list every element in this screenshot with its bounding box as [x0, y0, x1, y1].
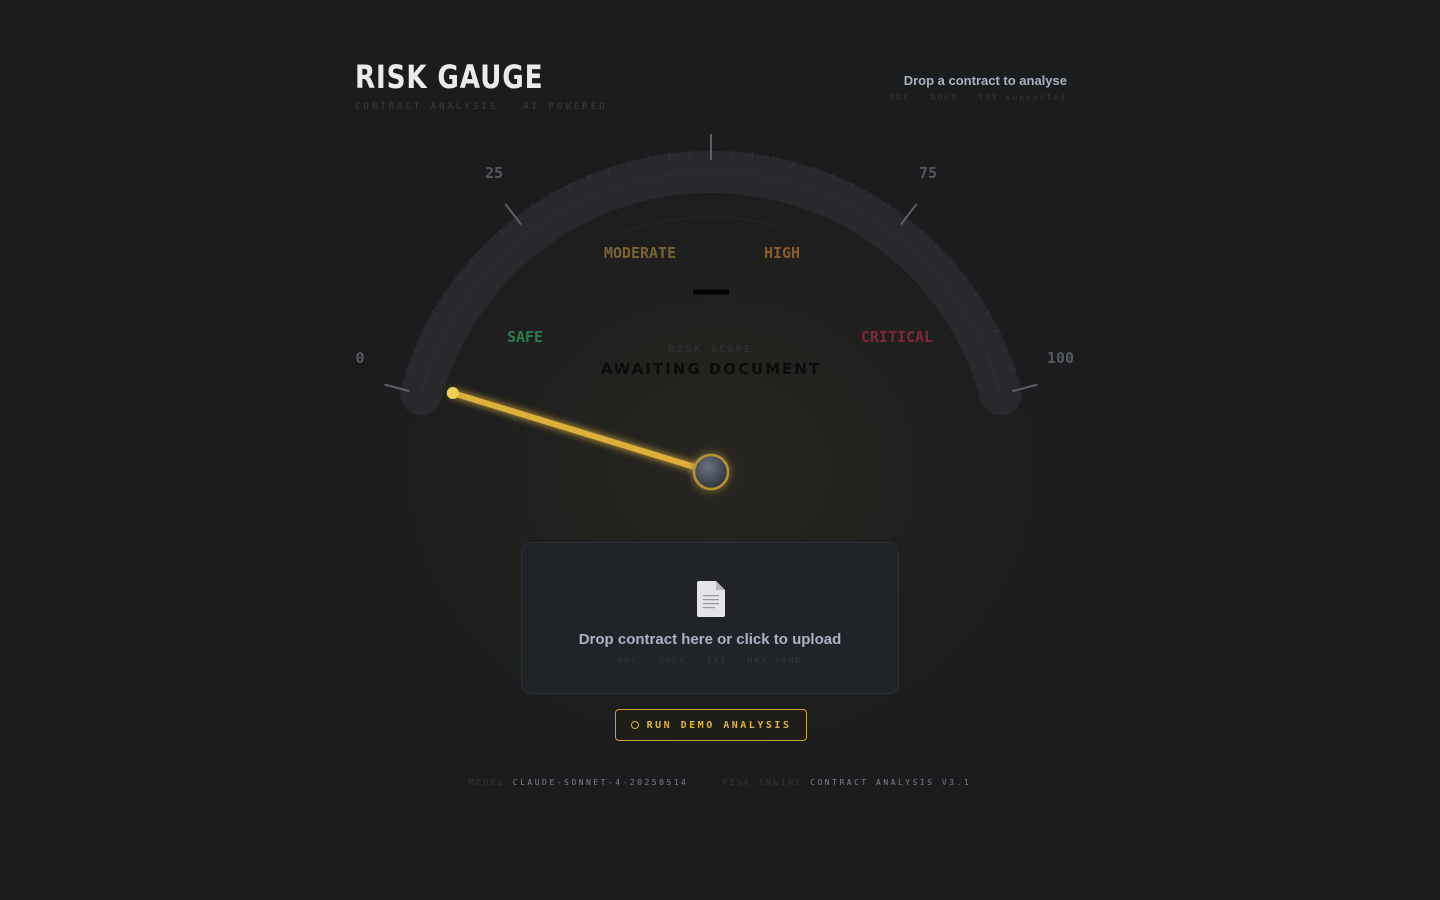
run-demo-label: RUN DEMO ANALYSIS [646, 719, 792, 731]
footer-model-value: CLAUDE-SONNET-4-20250514 [512, 778, 689, 787]
needle-hub [692, 453, 730, 491]
tick-label-75: 75 [919, 164, 937, 182]
needle-shaft [449, 390, 714, 475]
risk-gauge: 0 25 75 100 SAFE MODERATE HIGH CRITICAL … [355, 134, 1074, 491]
run-demo-button[interactable]: RUN DEMO ANALYSIS [615, 709, 807, 741]
zone-label-high: HIGH [764, 244, 800, 262]
circle-icon [630, 721, 639, 729]
upload-dropzone[interactable]: Drop contract here or click to upload PD… [521, 542, 899, 694]
zone-label-critical: CRITICAL [861, 328, 933, 346]
footer-model-key: MODEL [468, 778, 506, 787]
footer-engine-key: RISK ENGINE [722, 778, 803, 787]
needle-tip [446, 387, 459, 400]
footer: MODEL CLAUDE-SONNET-4-20250514 · RISK EN… [468, 778, 972, 787]
upload-formats: PDF · DOCX · TXT · MAX 50MB [617, 656, 803, 665]
upload-label: Drop contract here or click to upload [578, 631, 842, 648]
zone-label-safe: SAFE [507, 328, 543, 346]
gauge-needle [446, 387, 730, 491]
status-text: AWAITING DOCUMENT [601, 360, 821, 378]
score-label: RISK SCORE [669, 345, 753, 355]
score-display: — [691, 267, 731, 313]
document-icon [697, 581, 725, 617]
tick-label-0: 0 [355, 349, 364, 367]
gauge-inner-arc [623, 216, 799, 233]
tick-label-25: 25 [485, 164, 503, 182]
footer-engine-value: CONTRACT ANALYSIS V3.1 [810, 778, 972, 787]
zone-label-moderate: MODERATE [604, 244, 676, 262]
tick-label-100: 100 [1047, 349, 1074, 367]
